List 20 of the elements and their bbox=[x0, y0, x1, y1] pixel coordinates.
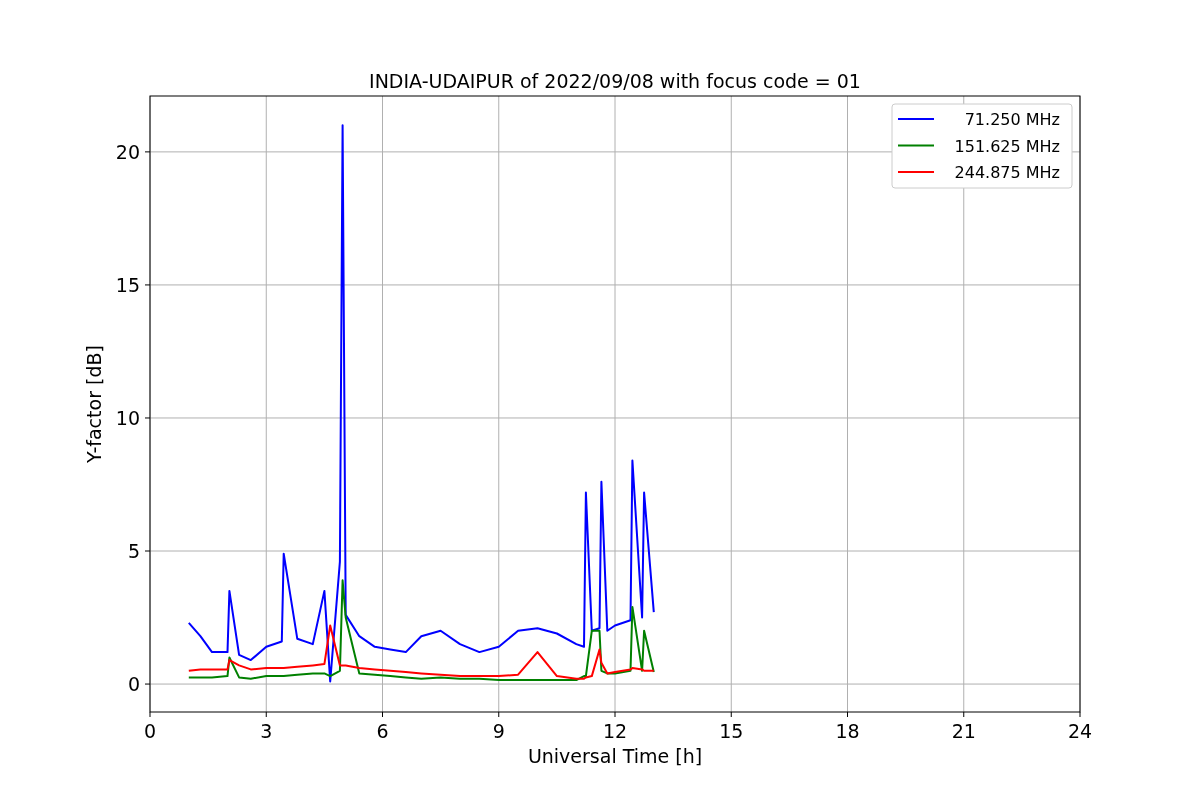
tick-label: 21 bbox=[951, 720, 976, 742]
legend-label: 244.875 MHz bbox=[954, 163, 1060, 182]
legend-label: 151.625 MHz bbox=[954, 136, 1060, 156]
tick-label: 3 bbox=[260, 720, 273, 742]
chart-title: INDIA-UDAIPUR of 2022/09/08 with focus code = 01 bbox=[369, 70, 861, 92]
tick-label: 0 bbox=[143, 720, 157, 742]
legend-label: 71.250 MHz bbox=[964, 110, 1060, 129]
tick-label: 10 bbox=[115, 406, 140, 429]
y-axis-label: Y-factor [dB] bbox=[83, 345, 105, 463]
tick-label: 5 bbox=[127, 540, 140, 562]
x-axis-label: Universal Time [h] bbox=[527, 745, 703, 767]
tick-label: 12 bbox=[602, 720, 628, 742]
tick-label: 6 bbox=[376, 720, 389, 742]
tick-label: 20 bbox=[115, 140, 140, 163]
tick-label: 15 bbox=[719, 720, 744, 742]
tick-label: 9 bbox=[492, 720, 505, 742]
tick-label: 18 bbox=[835, 720, 860, 742]
tick-label: 0 bbox=[127, 673, 140, 696]
tick-label: 15 bbox=[115, 273, 140, 296]
tick-label: 24 bbox=[1067, 720, 1093, 742]
